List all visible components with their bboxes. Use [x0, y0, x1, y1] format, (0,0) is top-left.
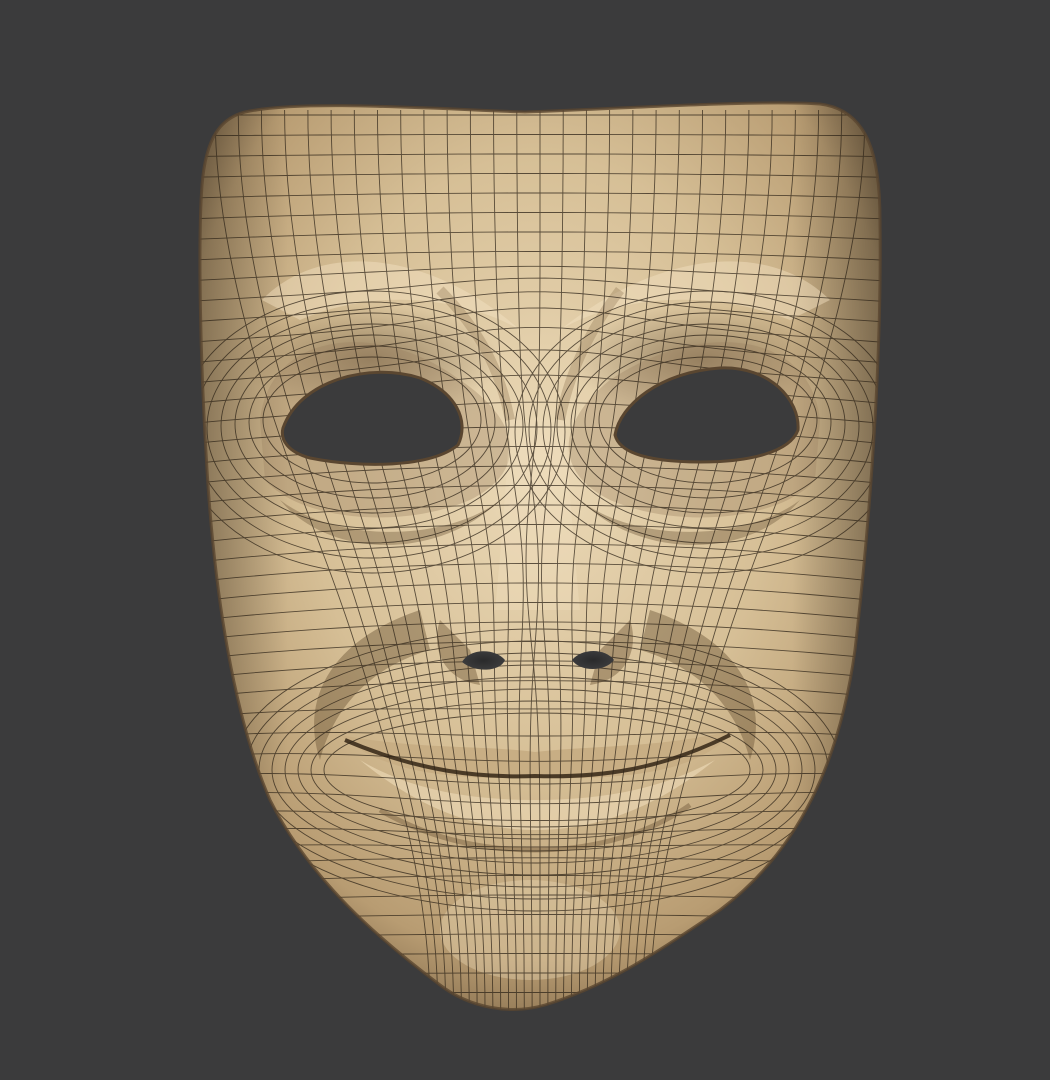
viewport: [0, 0, 1050, 1080]
mask-render: [0, 0, 1050, 1080]
